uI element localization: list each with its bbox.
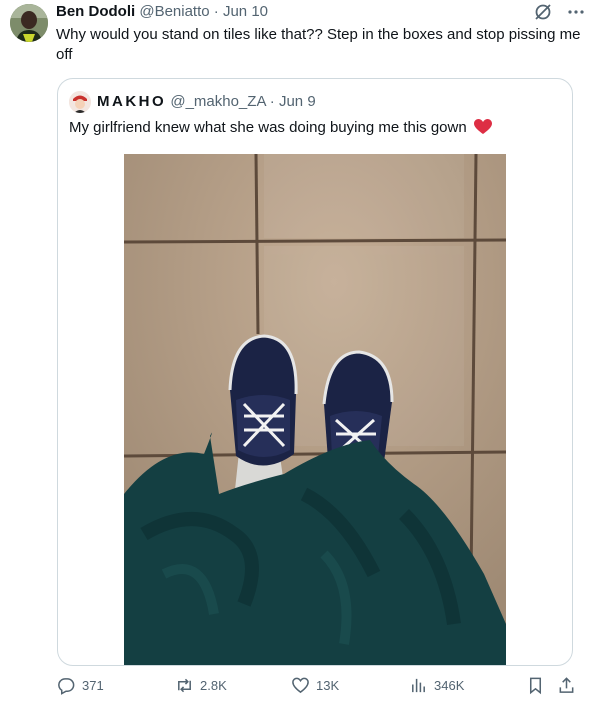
repost-count: 2.8K <box>200 678 227 693</box>
views-count: 346K <box>434 678 465 693</box>
tweet-header: Ben Dodoli @Beniatto · Jun 10 <box>56 2 268 22</box>
reply-button[interactable]: 371 <box>57 676 104 695</box>
quote-text: My girlfriend knew what she was doing bu… <box>69 119 467 136</box>
bookmark-button[interactable] <box>526 676 545 695</box>
tweet-actions: 371 2.8K 13K 346K <box>0 676 599 700</box>
like-button[interactable]: 13K <box>291 676 339 695</box>
reply-count: 371 <box>82 678 104 693</box>
quote-author-avatar[interactable] <box>69 91 91 113</box>
author-handle[interactable]: @Beniatto <box>139 3 209 20</box>
quote-text-row: My girlfriend knew what she was doing bu… <box>69 118 492 141</box>
author-avatar-image <box>10 4 48 42</box>
like-count: 13K <box>316 678 340 693</box>
red-heart-icon <box>473 119 492 141</box>
repost-icon <box>178 678 191 693</box>
grok-icon[interactable] <box>533 2 553 27</box>
dot-separator: · <box>213 3 219 20</box>
views-button[interactable]: 346K <box>409 676 464 695</box>
more-dots-icon[interactable] <box>567 3 585 26</box>
quote-dot-separator: · <box>269 93 275 110</box>
bookmark-icon <box>529 677 542 695</box>
author-avatar[interactable] <box>10 4 48 42</box>
photo-image <box>124 154 506 665</box>
quote-photo[interactable] <box>124 154 506 665</box>
quote-date[interactable]: Jun 9 <box>279 93 316 110</box>
tweet-top-actions <box>533 2 585 27</box>
share-icon <box>559 677 574 693</box>
share-button[interactable] <box>557 676 576 695</box>
quote-header: MAKHO @_makho_ZA · Jun 9 <box>97 93 316 111</box>
views-icon <box>412 678 425 693</box>
repost-button[interactable]: 2.8K <box>175 676 227 695</box>
tweet-date[interactable]: Jun 10 <box>223 3 268 20</box>
reply-icon <box>58 678 75 695</box>
quoted-tweet[interactable]: MAKHO @_makho_ZA · Jun 9 My girlfriend k… <box>57 78 573 666</box>
quote-author-name[interactable]: MAKHO <box>97 93 166 110</box>
quote-author-handle[interactable]: @_makho_ZA <box>170 93 265 110</box>
author-name[interactable]: Ben Dodoli <box>56 3 135 20</box>
heart-icon <box>292 677 309 694</box>
tweet-text: Why would you stand on tiles like that??… <box>56 26 581 63</box>
